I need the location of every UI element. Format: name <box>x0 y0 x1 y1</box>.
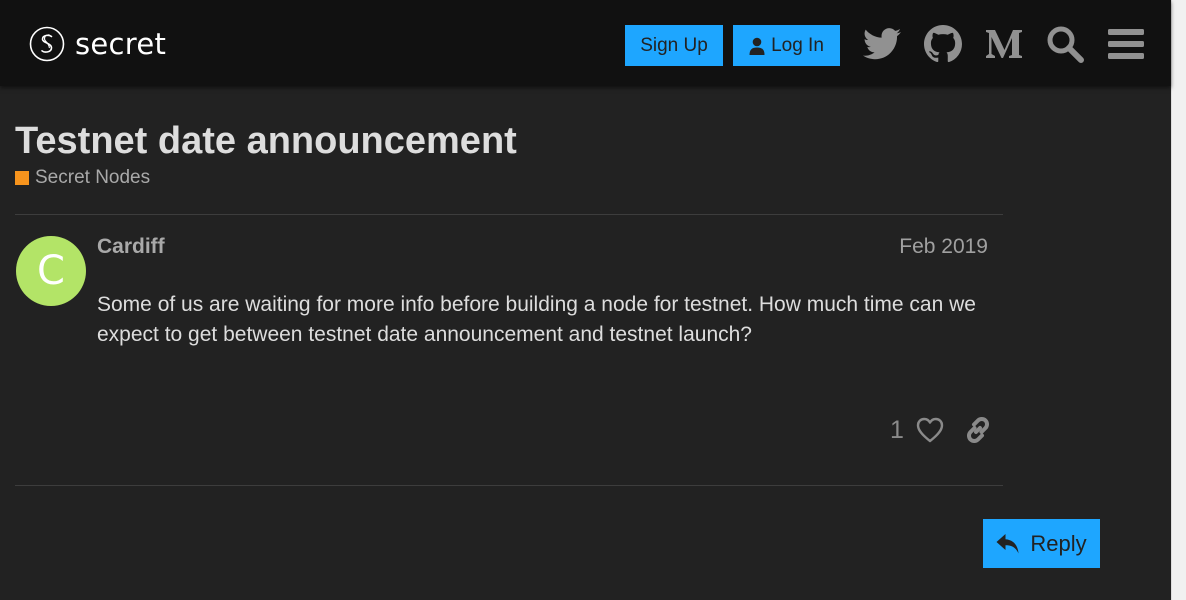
share-link-button[interactable] <box>962 414 994 446</box>
post-username[interactable]: Cardiff <box>97 235 165 259</box>
sign-up-button[interactable]: Sign Up <box>625 25 723 66</box>
avatar-letter: C <box>37 248 65 294</box>
twitter-link[interactable] <box>862 24 902 64</box>
reply-label: Reply <box>1030 530 1087 556</box>
hamburger-menu-button[interactable] <box>1106 24 1146 64</box>
reply-arrow-icon <box>996 533 1019 553</box>
category-color-swatch <box>15 171 29 185</box>
like-button[interactable] <box>914 414 946 446</box>
page: secret Sign Up Log In Testnet date annou… <box>0 0 1186 600</box>
medium-link[interactable] <box>984 24 1024 64</box>
site-header: secret Sign Up Log In <box>0 0 1171 86</box>
sign-up-label: Sign Up <box>640 34 708 56</box>
github-link[interactable] <box>923 24 963 64</box>
like-count[interactable]: 1 <box>890 415 904 445</box>
secret-logo-icon <box>29 26 65 62</box>
post-date[interactable]: Feb 2019 <box>899 235 988 259</box>
search-button[interactable] <box>1045 24 1085 64</box>
hamburger-menu-icon <box>1108 29 1144 59</box>
medium-icon <box>986 30 1022 58</box>
logo-text: secret <box>75 27 167 61</box>
github-icon <box>924 25 962 63</box>
scrollbar[interactable] <box>1171 0 1186 600</box>
link-icon <box>967 417 989 443</box>
log-in-label: Log In <box>771 34 824 56</box>
post-body: Some of us are waiting for more info bef… <box>97 293 976 346</box>
site-logo[interactable]: secret <box>29 25 166 63</box>
topic-title[interactable]: Testnet date announcement <box>15 118 517 164</box>
avatar[interactable]: C <box>16 236 86 306</box>
category-badge[interactable]: Secret Nodes <box>15 166 150 190</box>
log-in-button[interactable]: Log In <box>733 25 840 66</box>
reply-button[interactable]: Reply <box>983 519 1100 568</box>
divider-bottom <box>15 485 1003 486</box>
search-icon <box>1047 26 1084 63</box>
divider-top <box>15 214 1003 215</box>
category-name: Secret Nodes <box>35 167 151 188</box>
twitter-icon <box>863 28 901 60</box>
user-icon <box>749 37 765 55</box>
heart-icon <box>916 417 944 443</box>
